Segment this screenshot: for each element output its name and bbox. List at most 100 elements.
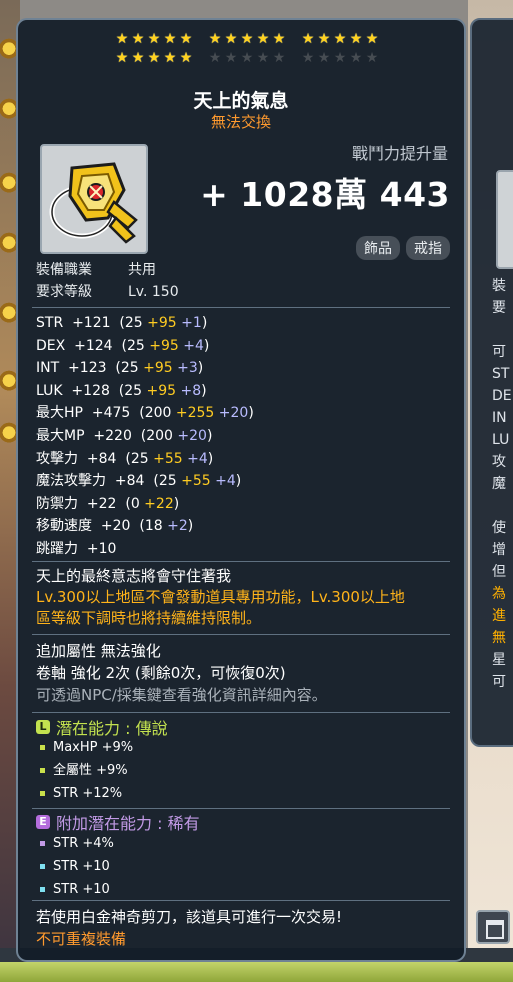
stat-row: LUK +128 (25 +95 +8): [36, 380, 254, 403]
stat-row: STR +121 (25 +95 +1): [36, 312, 254, 335]
flavor-text: 天上的最終意志將會守住著我: [36, 567, 232, 585]
stat-star: +3: [172, 360, 198, 377]
stat-base: (18: [130, 518, 163, 535]
potential-line: MaxHP +9%: [53, 740, 134, 755]
star-filled-icon: ★: [349, 31, 363, 47]
scissors-note: 若使用白金神奇剪刀，該道具可進行一次交易!: [36, 908, 343, 926]
stat-close: ): [201, 315, 208, 331]
stat-base: (200: [130, 405, 172, 422]
stat-total: 魔法攻擊力 +84: [36, 473, 145, 490]
potential-lines: MaxHP +9% 全屬性 +9% STR +12%: [40, 736, 133, 805]
stat-star: +4: [210, 473, 236, 490]
compare-tooltip: 裝要可 ST DE IN LU 攻魔使增但為進無星可: [470, 18, 513, 747]
star-filled-icon: ★: [115, 50, 129, 66]
star-filled-icon: ★: [131, 31, 145, 47]
star-empty-icon: ★: [208, 50, 222, 66]
divider: [32, 808, 450, 809]
stat-base: (25: [106, 360, 139, 377]
stat-row: DEX +124 (25 +95 +4): [36, 335, 254, 358]
star-group: ★ ★ ★ ★ ★: [300, 49, 379, 68]
divider: [32, 634, 450, 635]
stat-row: 最大MP +220 (200 +20): [36, 425, 254, 448]
stat-close: ): [203, 337, 210, 354]
requirements: 裝備職業 共用 要求等級 Lv. 150: [36, 259, 179, 303]
compare-toggle-button[interactable]: [476, 910, 510, 944]
stat-close: ): [201, 382, 207, 399]
stat-star: +4: [182, 450, 208, 467]
stat-row: 魔法攻擊力 +84 (25 +55 +4): [36, 470, 254, 493]
stat-base: (25: [109, 382, 143, 399]
star-empty-icon: ★: [272, 50, 286, 66]
unique-equip-note: 不可重複裝備: [36, 930, 127, 948]
bullet-icon: [40, 841, 45, 846]
star-filled-icon: ★: [272, 31, 286, 47]
stat-base: (25: [110, 315, 143, 331]
bullet-icon: [40, 768, 45, 773]
bonus-potential-line: STR +10: [53, 859, 110, 874]
epic-badge-icon: E: [36, 815, 50, 829]
starforce-stars: ★ ★ ★ ★ ★ ★ ★ ★ ★ ★ ★ ★ ★ ★ ★ ★ ★ ★ ★ ★ ★ ★ ★ ★ ★ ★ ★ ★ ★ ★: [114, 30, 394, 68]
star-filled-icon: ★: [365, 31, 379, 47]
stat-row: 最大HP +475 (200 +255 +20): [36, 402, 254, 425]
star-filled-icon: ★: [208, 31, 222, 47]
star-filled-icon: ★: [163, 31, 177, 47]
stat-star: +1: [176, 315, 202, 331]
divider: [32, 307, 450, 308]
tooltip-footer: 若使用白金神奇剪刀，該道具可進行一次交易! 不可重複裝備: [36, 906, 342, 950]
stat-list: STR +121 (25 +95 +1) DEX +124 (25 +95 +4)…: [36, 312, 254, 561]
stat-star: +4: [178, 337, 204, 354]
stat-row: 攻擊力 +84 (25 +55 +4): [36, 448, 254, 471]
star-filled-icon: ★: [301, 31, 315, 47]
stat-total: LUK +128: [36, 382, 110, 399]
star-empty-icon: ★: [365, 50, 379, 66]
compare-text-column: 裝要可 ST DE IN LU 攻魔使增但為進無星可: [492, 278, 512, 690]
legendary-badge-icon: L: [36, 720, 50, 734]
star-empty-icon: ★: [301, 50, 315, 66]
stat-base: (200: [131, 427, 173, 444]
star-empty-icon: ★: [256, 50, 270, 66]
item-tags: 飾品 戒指: [356, 236, 450, 260]
stat-star: +20: [172, 427, 207, 444]
level-note-line1: Lv.300以上地區不會發動道具專用功能，Lv.300以上地: [36, 588, 405, 606]
stat-total: STR +121: [36, 315, 111, 331]
star-group: ★ ★ ★ ★ ★: [207, 30, 286, 49]
stat-close: ): [206, 427, 213, 444]
stat-total: 跳躍力 +10: [36, 540, 117, 557]
power-increase-value: + 1028萬 443: [200, 175, 450, 214]
star-filled-icon: ★: [147, 50, 161, 66]
stat-row: 防禦力 +22 (0 +22): [36, 493, 254, 516]
star-filled-icon: ★: [115, 31, 129, 47]
star-empty-icon: ★: [224, 50, 238, 66]
level-note-line2: 區等級下調時也將持續維持限制。: [36, 609, 262, 627]
star-filled-icon: ★: [147, 31, 161, 47]
ring-icon: [49, 162, 138, 244]
stat-total: INT +123: [36, 360, 107, 377]
level-value: Lv. 150: [128, 284, 179, 300]
stat-flame: +55: [176, 473, 211, 490]
stat-total: 移動速度 +20: [36, 518, 131, 535]
stat-close: ): [173, 495, 180, 512]
exp-bar: [0, 962, 513, 982]
stat-flame: +55: [148, 450, 183, 467]
star-filled-icon: ★: [224, 31, 238, 47]
level-label: 要求等級: [36, 284, 92, 300]
star-empty-icon: ★: [317, 50, 331, 66]
stat-flame: +95: [142, 315, 177, 331]
divider: [32, 900, 450, 901]
star-group: ★ ★ ★ ★ ★: [207, 49, 286, 68]
compare-item-icon: [496, 170, 513, 269]
bonus-potential-line: STR +4%: [53, 836, 114, 851]
item-description: 天上的最終意志將會守住著我 Lv.300以上地區不會發動道具專用功能，Lv.30…: [36, 566, 456, 629]
potential-line: 全屬性 +9%: [53, 763, 128, 778]
bullet-icon: [40, 887, 45, 892]
stat-base: (25: [116, 450, 149, 467]
stat-total: 最大HP +475: [36, 405, 131, 422]
stat-flame: +95: [142, 382, 177, 399]
scroll-text: 卷軸 強化 2次 (剩餘0次，可恢復0次): [36, 664, 286, 682]
stat-total: DEX +124: [36, 337, 113, 354]
stat-flame: +255: [171, 405, 215, 422]
stat-flame: +22: [139, 495, 174, 512]
potential-line: STR +12%: [53, 786, 123, 801]
stat-total: 最大MP +220: [36, 427, 132, 444]
stat-star: +2: [162, 518, 188, 535]
